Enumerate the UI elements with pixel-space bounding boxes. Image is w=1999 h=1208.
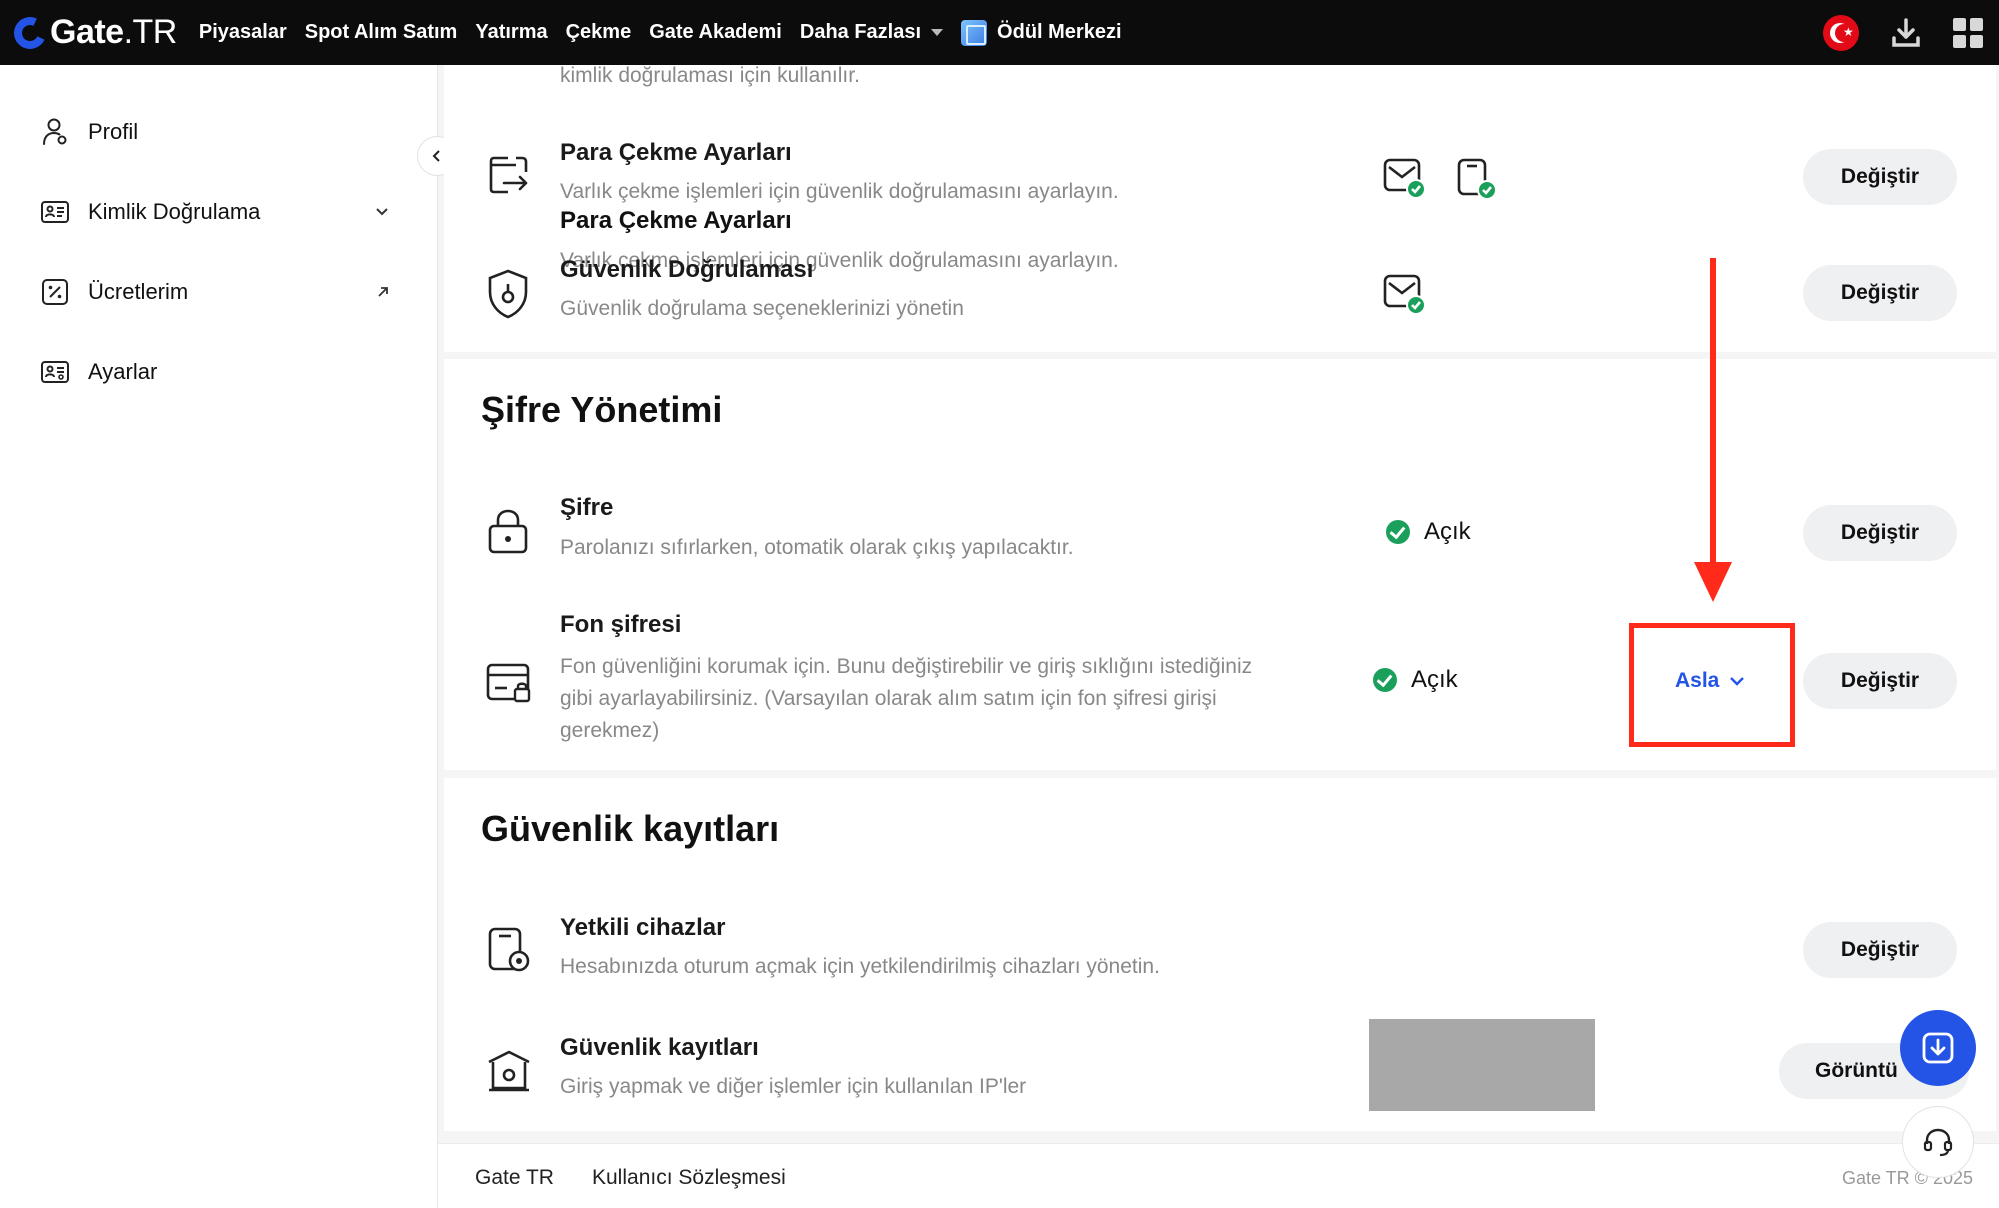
annotation-highlight-box <box>1629 623 1795 747</box>
security-verification-description: Güvenlik doğrulama seçeneklerinizi yönet… <box>560 297 964 320</box>
annotation-arrow-shaft <box>1710 258 1716 580</box>
headset-icon <box>1923 1128 1953 1157</box>
external-arrow-icon <box>376 285 390 299</box>
email-verified-icon <box>1383 158 1427 202</box>
reward-cube-icon <box>961 19 988 46</box>
support-chat-button[interactable] <box>1902 1106 1974 1178</box>
nav-gate-academy[interactable]: Gate Akademi <box>649 21 782 44</box>
nav-more-label: Daha Fazlası <box>799 21 922 43</box>
gate-logo-icon <box>9 11 51 54</box>
user-icon <box>40 117 70 147</box>
download-icon[interactable] <box>1889 16 1923 50</box>
sidebar-item-identity-verification[interactable]: Kimlik Doğrulama <box>40 197 390 227</box>
security-logs-row-title: Güvenlik kayıtları <box>560 1034 759 1061</box>
nav-right-tools: ★ <box>1823 0 1983 65</box>
sidebar-item-settings[interactable]: Ayarlar <box>40 357 390 387</box>
chevron-down-icon <box>374 204 390 220</box>
logo-text: Gate.TR <box>50 13 177 51</box>
change-button[interactable]: Değiştir <box>1803 149 1957 205</box>
withdraw-settings-description: Varlık çekme işlemleri için güvenlik doğ… <box>560 180 1119 203</box>
sidebar-item-label: Ücretlerim <box>88 279 189 304</box>
authorized-device-icon <box>486 926 532 974</box>
status-label: Açık <box>1411 666 1458 693</box>
redacted-area <box>1369 1019 1595 1111</box>
change-button[interactable]: Değiştir <box>1803 922 1957 978</box>
footer-link-gate-tr[interactable]: Gate TR <box>475 1166 554 1190</box>
withdraw-settings-icon <box>486 152 532 198</box>
sidebar-item-label: Ayarlar <box>88 359 158 384</box>
password-description: Parolanızı sıfırlarken, otomatik olarak … <box>560 536 1074 559</box>
percent-icon <box>40 277 70 307</box>
partial-description: kimlik doğrulaması için kullanılır. <box>560 64 860 87</box>
password-status: Açık <box>1386 518 1471 546</box>
withdraw-settings-title: Para Çekme Ayarları <box>560 139 792 166</box>
settings-card-icon <box>40 357 70 387</box>
change-button[interactable]: Değiştir <box>1803 505 1957 561</box>
building-log-icon <box>486 1048 532 1094</box>
nav-withdraw[interactable]: Çekme <box>566 21 632 44</box>
security-verification-title: Güvenlik Doğrulaması <box>560 256 814 283</box>
password-title: Şifre <box>560 494 614 521</box>
row-title: Para Çekme Ayarları <box>560 207 792 234</box>
authorized-devices-description: Hesabınızda oturum açmak için yetkilendi… <box>560 955 1160 978</box>
status-label: Açık <box>1424 518 1471 545</box>
chevron-left-icon <box>432 150 440 162</box>
nav-links: Piyasalar Spot Alım Satım Yatırma Çekme … <box>199 19 1140 46</box>
fund-password-status: Açık <box>1373 666 1458 694</box>
sidebar-item-label: Kimlik Doğrulama <box>88 199 261 224</box>
nav-deposit[interactable]: Yatırma <box>475 21 547 44</box>
withdraw-settings-icon <box>486 223 536 273</box>
floating-download-button[interactable] <box>1900 1010 1976 1086</box>
nav-markets[interactable]: Piyasalar <box>199 21 287 44</box>
download-app-icon <box>1922 1032 1954 1064</box>
annotation-arrow-head <box>1694 562 1732 602</box>
phone-verified-icon <box>1455 158 1499 202</box>
email-verified-icon <box>1383 274 1427 318</box>
reward-center-label: Ödül Merkezi <box>997 21 1122 43</box>
sidebar-item-profile[interactable]: Profil <box>40 117 390 147</box>
gate-logo[interactable]: Gate.TR <box>9 11 177 54</box>
password-management-title: Şifre Yönetimi <box>481 389 723 430</box>
nav-spot-trading[interactable]: Spot Alım Satım <box>305 21 458 44</box>
fund-password-description: Fon güvenliğini korumak için. Bunu değiş… <box>560 655 1253 742</box>
nav-reward-center[interactable]: Ödül Merkezi <box>961 19 1122 46</box>
sidebar: Profil Kimlik Doğrulama Ücretlerim Ayarl… <box>0 65 438 1208</box>
turkey-flag-icon[interactable]: ★ <box>1823 14 1859 51</box>
footer-link-user-agreement[interactable]: Kullanıcı Sözleşmesi <box>592 1166 786 1190</box>
sidebar-item-fees[interactable]: Ücretlerim <box>40 277 390 307</box>
id-card-icon <box>40 197 70 227</box>
sidebar-item-label: Profil <box>88 119 139 144</box>
nav-more-dropdown[interactable]: Daha Fazlası <box>799 21 944 44</box>
top-navigation-bar: Gate.TR Piyasalar Spot Alım Satım Yatırm… <box>0 0 1999 65</box>
caret-down-icon <box>931 29 944 36</box>
lock-icon <box>486 508 530 554</box>
check-circle-icon <box>1373 668 1397 692</box>
footer: Gate TR Kullanıcı Sözleşmesi Gate TR © 2… <box>438 1143 1999 1208</box>
check-circle-icon <box>1386 520 1410 544</box>
change-button[interactable]: Değiştir <box>1803 265 1957 321</box>
security-logs-title: Güvenlik kayıtları <box>481 808 780 849</box>
fund-password-card-icon <box>485 662 533 704</box>
apps-grid-icon[interactable] <box>1953 17 1983 48</box>
change-button[interactable]: Değiştir <box>1803 653 1957 709</box>
fund-password-title: Fon şifresi <box>560 611 682 638</box>
shield-icon <box>485 268 531 320</box>
security-logs-row-description: Giriş yapmak ve diğer işlemler için kull… <box>560 1075 1027 1098</box>
authorized-devices-title: Yetkili cihazlar <box>560 914 726 941</box>
